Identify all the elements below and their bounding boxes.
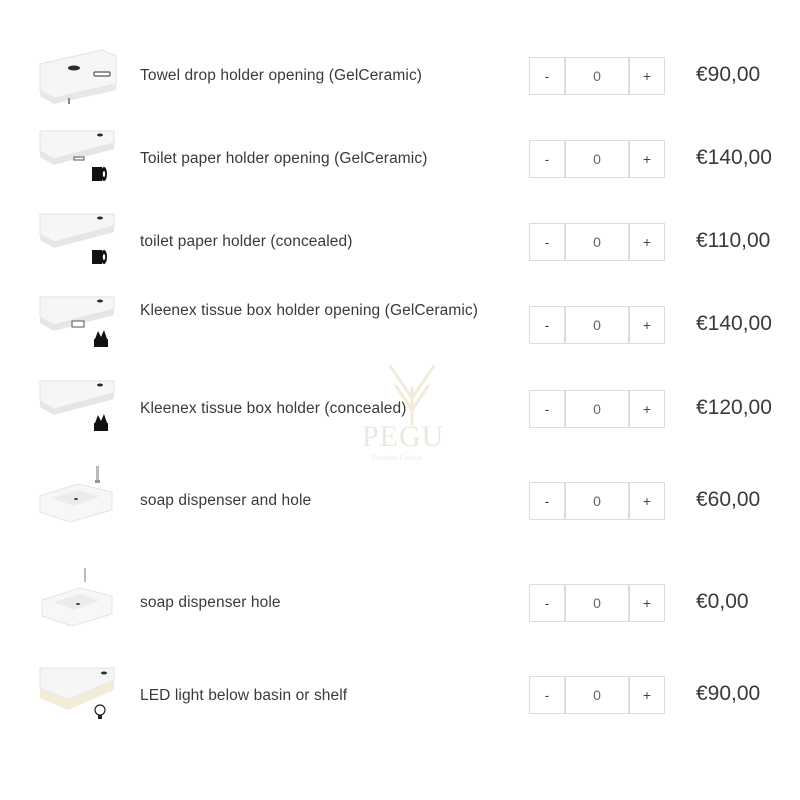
product-price: €140,00 (696, 312, 772, 335)
product-price: €60,00 (696, 488, 761, 511)
product-name: Kleenex tissue box holder opening (GelCe… (140, 302, 479, 319)
quantity-stepper: - 0 + (529, 584, 665, 622)
product-row: Toilet paper holder opening (GelCeramic)… (0, 129, 800, 189)
product-row: Kleenex tissue box holder opening (GelCe… (0, 295, 800, 355)
increase-quantity-button[interactable]: + (629, 390, 665, 428)
increase-quantity-button[interactable]: + (629, 306, 665, 344)
increase-quantity-button[interactable]: + (629, 223, 665, 261)
watermark-tagline: Furniture Fashion (372, 454, 422, 462)
quantity-input[interactable]: 0 (565, 57, 629, 95)
product-price: €90,00 (696, 682, 761, 705)
basin-concealed-toilet-paper-thumbnail (39, 213, 115, 264)
product-row: LED light below basin or shelf - 0 + €90… (0, 666, 800, 726)
basin-towel-drop-thumbnail (39, 49, 117, 104)
product-name: toilet paper holder (concealed) (140, 233, 353, 250)
decrease-quantity-button[interactable]: - (529, 57, 565, 95)
basin-toilet-paper-thumbnail (39, 130, 115, 181)
product-row: Kleenex tissue box holder (concealed) - … (0, 379, 800, 439)
quantity-stepper: - 0 + (529, 390, 665, 428)
tissue-box-icon (94, 414, 108, 431)
quantity-stepper: - 0 + (529, 306, 665, 344)
product-row: Towel drop holder opening (GelCeramic) -… (0, 46, 800, 106)
basin-tissue-box-thumbnail (39, 296, 115, 347)
increase-quantity-button[interactable]: + (629, 482, 665, 520)
toilet-paper-roll-icon (92, 250, 107, 264)
basin-concealed-tissue-box-thumbnail (39, 380, 115, 431)
tissue-box-icon (94, 330, 108, 347)
quantity-input[interactable]: 0 (565, 306, 629, 344)
product-name: LED light below basin or shelf (140, 687, 348, 704)
product-price: €90,00 (696, 63, 761, 86)
decrease-quantity-button[interactable]: - (529, 482, 565, 520)
quantity-input[interactable]: 0 (565, 223, 629, 261)
quantity-input[interactable]: 0 (565, 390, 629, 428)
quantity-stepper: - 0 + (529, 223, 665, 261)
decrease-quantity-button[interactable]: - (529, 223, 565, 261)
quantity-stepper: - 0 + (529, 482, 665, 520)
quantity-input[interactable]: 0 (565, 676, 629, 714)
light-bulb-icon (94, 704, 106, 719)
quantity-stepper: - 0 + (529, 140, 665, 178)
decrease-quantity-button[interactable]: - (529, 306, 565, 344)
decrease-quantity-button[interactable]: - (529, 140, 565, 178)
basin-soap-dispenser-thumbnail (39, 466, 113, 522)
product-name: soap dispenser hole (140, 594, 281, 611)
basin-led-light-thumbnail (39, 667, 115, 719)
product-price: €140,00 (696, 146, 772, 169)
product-name: Kleenex tissue box holder (concealed) (140, 400, 407, 417)
product-price: €110,00 (696, 229, 771, 252)
decrease-quantity-button[interactable]: - (529, 584, 565, 622)
product-name: soap dispenser and hole (140, 492, 312, 509)
increase-quantity-button[interactable]: + (629, 676, 665, 714)
product-options-page: PEGU Furniture Fashion Towel drop holder… (0, 0, 800, 800)
toilet-paper-roll-icon (92, 167, 107, 181)
decrease-quantity-button[interactable]: - (529, 390, 565, 428)
product-price: €0,00 (696, 590, 749, 613)
product-row: soap dispenser hole - 0 + €0,00 (0, 566, 800, 626)
quantity-stepper: - 0 + (529, 57, 665, 95)
product-price: €120,00 (696, 396, 772, 419)
quantity-input[interactable]: 0 (565, 584, 629, 622)
decrease-quantity-button[interactable]: - (529, 676, 565, 714)
increase-quantity-button[interactable]: + (629, 584, 665, 622)
product-row: soap dispenser and hole - 0 + €60,00 (0, 462, 800, 522)
quantity-input[interactable]: 0 (565, 140, 629, 178)
product-row: toilet paper holder (concealed) - 0 + €1… (0, 212, 800, 272)
quantity-input[interactable]: 0 (565, 482, 629, 520)
quantity-stepper: - 0 + (529, 676, 665, 714)
increase-quantity-button[interactable]: + (629, 57, 665, 95)
increase-quantity-button[interactable]: + (629, 140, 665, 178)
basin-soap-dispenser-hole-thumbnail (41, 568, 113, 626)
product-name: Toilet paper holder opening (GelCeramic) (140, 150, 428, 167)
product-name: Towel drop holder opening (GelCeramic) (140, 67, 423, 84)
